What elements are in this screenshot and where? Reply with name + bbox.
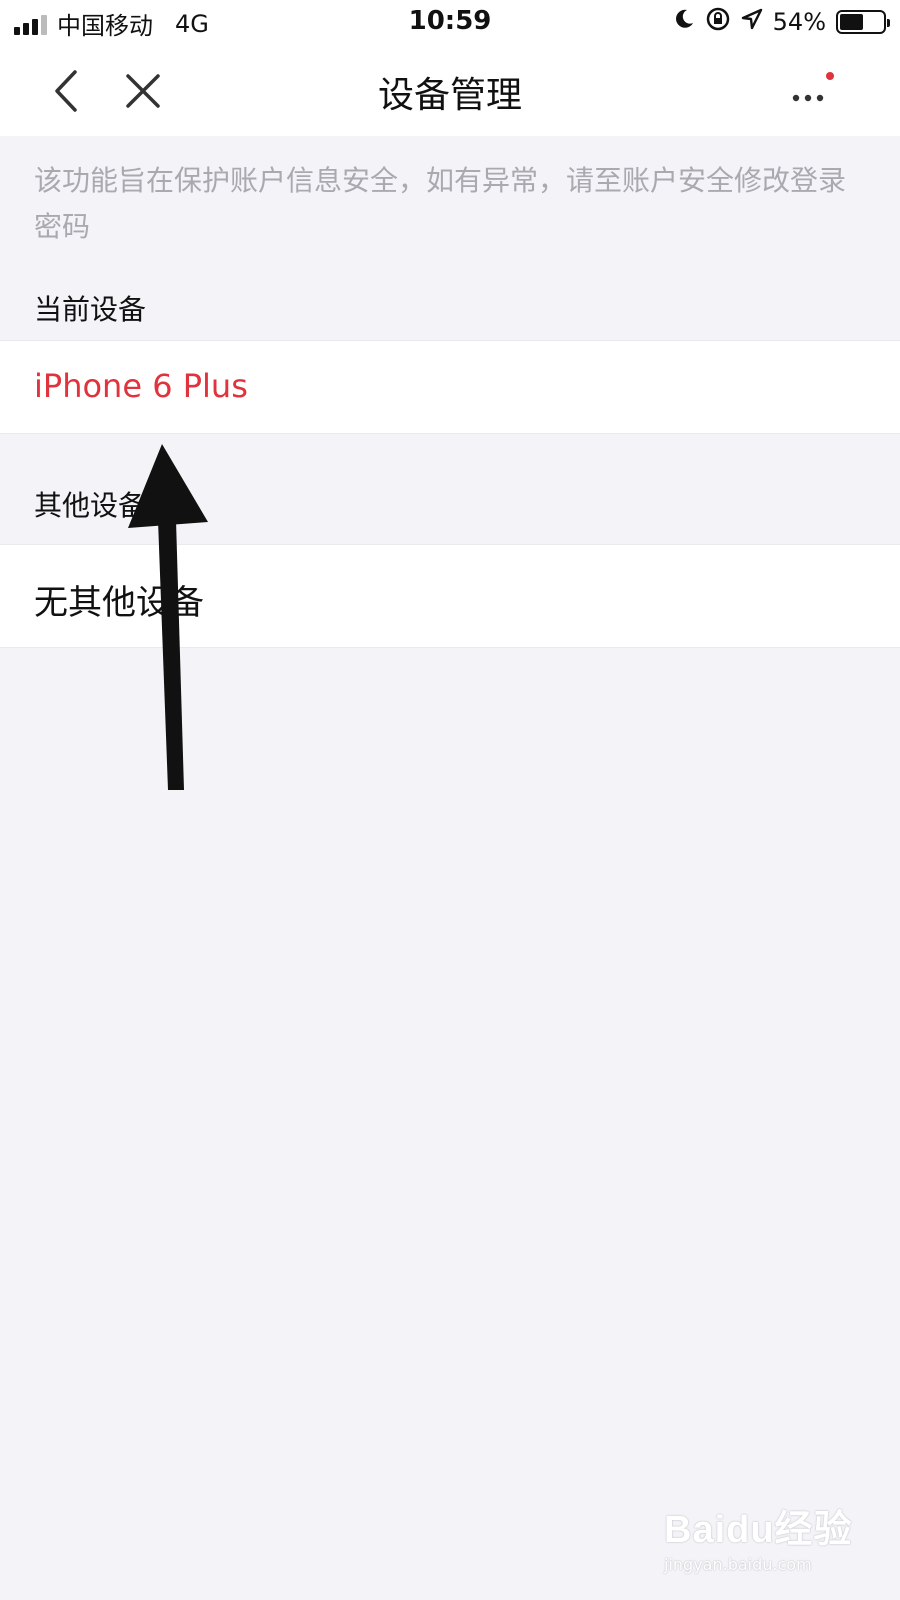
current-device-name: iPhone 6 Plus: [34, 367, 248, 405]
other-devices-empty-text: 无其他设备: [34, 583, 204, 623]
battery-icon: [836, 10, 890, 34]
rotation-lock-icon: [705, 6, 731, 38]
other-devices-row: 无其他设备: [0, 544, 900, 648]
notification-dot: [826, 72, 834, 80]
baidu-watermark: Baidu经验 jingyan.baidu.com: [664, 1498, 854, 1578]
current-device-row[interactable]: iPhone 6 Plus: [0, 340, 900, 434]
battery-fill: [840, 14, 863, 30]
page-title: 设备管理: [377, 75, 522, 116]
more-button[interactable]: [786, 64, 840, 118]
nav-bar: 设备管理: [0, 46, 900, 136]
other-devices-label: 其他设备: [34, 489, 147, 522]
more-dots-icon: [792, 72, 834, 102]
battery-percent: 54%: [772, 8, 826, 36]
security-notice: 该功能旨在保护账户信息安全，如有异常，请至账户安全修改登录密码: [34, 164, 847, 243]
moon-icon: [673, 8, 695, 36]
current-device-label: 当前设备: [34, 293, 147, 326]
watermark-url: jingyan.baidu.com: [664, 1555, 812, 1574]
status-bar: 中国移动 4G 10:59 54%: [0, 0, 900, 46]
status-right: 54%: [673, 6, 890, 38]
watermark-logo: Baidu经验: [664, 1509, 853, 1551]
location-icon: [741, 8, 763, 36]
